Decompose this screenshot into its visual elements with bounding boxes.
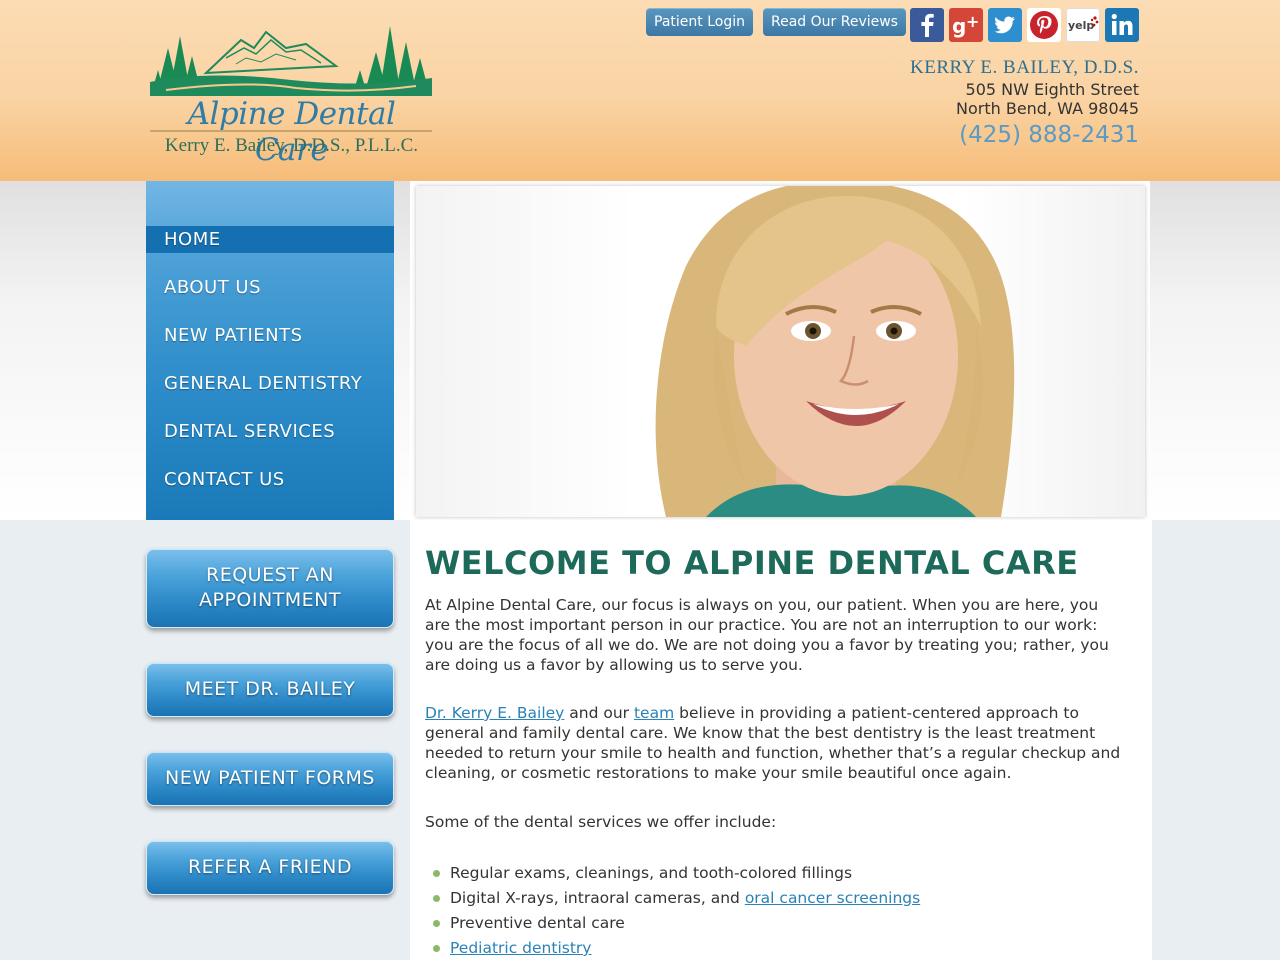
patient-login-button[interactable]: Patient Login <box>646 8 753 36</box>
main-nav: HOME ABOUT US NEW PATIENTS GENERAL DENTI… <box>146 181 394 520</box>
twitter-icon[interactable] <box>988 8 1022 42</box>
read-reviews-button[interactable]: Read Our Reviews <box>763 8 906 36</box>
address-line-1: 505 NW Eighth Street <box>965 80 1139 99</box>
svg-text:g: g <box>952 14 966 38</box>
service-xrays: Digital X-rays, intraoral cameras, and <box>450 889 745 907</box>
smiling-woman-illustration <box>655 186 1015 517</box>
approach-paragraph: Dr. Kerry E. Bailey and our team believe… <box>425 703 1125 783</box>
nav-item-general-dentistry[interactable]: GENERAL DENTISTRY <box>146 370 394 397</box>
page-title: WELCOME TO ALPINE DENTAL CARE <box>425 544 1079 582</box>
practice-contact-info: KERRY E. BAILEY, D.D.S. 505 NW Eighth St… <box>910 56 1139 151</box>
service-exams: Regular exams, cleanings, and tooth-colo… <box>450 864 853 882</box>
request-appointment-line1: REQUEST AN <box>206 564 334 586</box>
team-link[interactable]: team <box>634 704 674 722</box>
yelp-icon[interactable]: yelp <box>1066 8 1100 42</box>
refer-a-friend-button[interactable]: REFER A FRIEND <box>146 840 394 895</box>
nav-item-new-patients[interactable]: NEW PATIENTS <box>146 322 394 349</box>
address-line-2: North Bend, WA 98045 <box>956 99 1139 118</box>
linkedin-icon[interactable] <box>1105 8 1139 42</box>
nav-item-contact-us[interactable]: CONTACT US <box>146 466 394 493</box>
services-list: Regular exams, cleanings, and tooth-colo… <box>433 861 920 960</box>
pinterest-icon[interactable] <box>1027 8 1061 42</box>
list-item: Digital X-rays, intraoral cameras, and o… <box>433 886 920 911</box>
request-appointment-button[interactable]: REQUEST AN APPOINTMENT <box>146 548 394 628</box>
phone-number[interactable]: (425) 888-2431 <box>910 119 1139 151</box>
service-preventive: Preventive dental care <box>450 914 625 932</box>
logo-subtitle: Kerry E. Bailey, D.D.S., P.L.L.C. <box>164 135 419 156</box>
doctor-name: KERRY E. BAILEY, D.D.S. <box>910 57 1139 78</box>
hero-smiling-woman-image <box>416 186 1145 517</box>
alpine-dental-logo[interactable]: Alpine Dental Care Kerry E. Bailey, D.D.… <box>146 18 436 168</box>
request-appointment-line2: APPOINTMENT <box>198 589 341 611</box>
svg-text:+: + <box>966 12 979 31</box>
mountain-trees-logo-art <box>150 26 432 96</box>
intro-paragraph: At Alpine Dental Care, our focus is alwa… <box>425 596 1109 674</box>
nav-item-home[interactable]: HOME <box>146 226 394 253</box>
list-item: Pediatric dentistry <box>433 936 920 960</box>
list-item: Regular exams, cleanings, and tooth-colo… <box>433 861 920 886</box>
list-item: Preventive dental care <box>433 911 920 936</box>
meet-dr-bailey-button[interactable]: MEET DR. BAILEY <box>146 662 394 717</box>
logo-divider <box>150 130 432 132</box>
site-header: Alpine Dental Care Kerry E. Bailey, D.D.… <box>0 0 1280 181</box>
dr-bailey-link[interactable]: Dr. Kerry E. Bailey <box>425 704 564 722</box>
svg-text:yelp: yelp <box>1068 19 1094 32</box>
nav-item-dental-services[interactable]: DENTAL SERVICES <box>146 418 394 445</box>
logo-title: Alpine Dental Care <box>187 96 396 168</box>
new-patient-forms-button[interactable]: NEW PATIENT FORMS <box>146 751 394 806</box>
oral-cancer-screenings-link[interactable]: oral cancer screenings <box>745 889 920 907</box>
approach-text-1: and our <box>564 704 634 722</box>
services-intro: Some of the dental services we offer inc… <box>425 813 777 831</box>
facebook-icon[interactable] <box>910 8 944 42</box>
nav-item-about-us[interactable]: ABOUT US <box>146 274 394 301</box>
pediatric-dentistry-link[interactable]: Pediatric dentistry <box>450 939 591 957</box>
google-plus-icon[interactable]: g + <box>949 8 983 42</box>
